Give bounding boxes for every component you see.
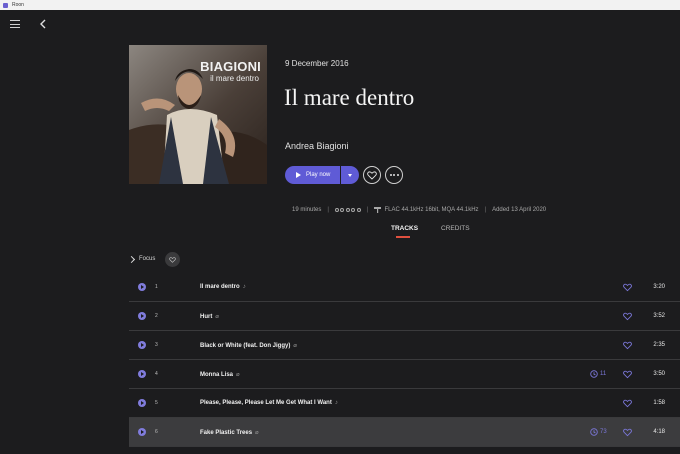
track-favorite-icon[interactable] bbox=[623, 312, 632, 321]
track-play-icon[interactable] bbox=[138, 399, 146, 407]
track-duration: 1:58 bbox=[653, 400, 665, 406]
cover-album-text: il mare dentro bbox=[210, 74, 259, 83]
heart-outline-icon bbox=[367, 170, 377, 180]
chevron-right-icon bbox=[127, 255, 136, 263]
more-horizontal-icon bbox=[389, 174, 399, 176]
album-duration: 19 minutes bbox=[292, 207, 322, 213]
cover-artist-text: BIAGIONI bbox=[200, 59, 261, 74]
track-title-container[interactable]: Fake Plastic Trees ⌀ bbox=[200, 429, 259, 436]
tab-credits[interactable]: CREDITS bbox=[441, 225, 470, 232]
track-play-icon[interactable] bbox=[138, 370, 146, 378]
track-play-icon[interactable] bbox=[138, 283, 146, 291]
play-count: 73 bbox=[590, 428, 607, 436]
track-row-selected[interactable]: 6 Fake Plastic Trees ⌀ 73 4:18 bbox=[129, 418, 680, 447]
track-play-icon[interactable] bbox=[138, 341, 146, 349]
album-metadata: 19 minutes | | FLAC 44.1kHz 16bit, MQA 4… bbox=[292, 207, 547, 213]
track-title: Black or White (feat. Don Jiggy) bbox=[200, 343, 291, 349]
track-favorite-icon[interactable] bbox=[623, 370, 632, 379]
music-note-icon: ♪ bbox=[242, 284, 246, 290]
play-now-label: Play now bbox=[306, 172, 331, 178]
top-navigation bbox=[0, 10, 680, 40]
track-title-container[interactable]: Il mare dentro ♪ bbox=[200, 284, 246, 290]
album-cover[interactable]: BIAGIONI il mare dentro bbox=[129, 45, 267, 184]
track-duration: 3:20 bbox=[653, 284, 665, 290]
track-number: 6 bbox=[155, 429, 158, 435]
track-favorite-icon[interactable] bbox=[623, 399, 632, 408]
play-icon bbox=[296, 172, 301, 178]
caret-down-icon bbox=[348, 173, 352, 177]
focus-toggle[interactable]: Focus bbox=[127, 252, 156, 266]
play-count-value: 73 bbox=[600, 429, 607, 435]
tab-tracks[interactable]: TRACKS bbox=[391, 225, 418, 232]
title-bar: Roon bbox=[0, 0, 680, 10]
artist-name-link[interactable]: Andrea Biagioni bbox=[285, 141, 349, 151]
track-number: 4 bbox=[155, 371, 158, 377]
composition-icon: ⌀ bbox=[255, 430, 259, 436]
added-date: Added 13 April 2020 bbox=[492, 207, 547, 213]
more-options-button[interactable] bbox=[385, 166, 403, 184]
track-play-icon[interactable] bbox=[138, 312, 146, 320]
chevron-left-icon bbox=[40, 19, 46, 29]
track-list: 1 Il mare dentro ♪ 3:20 2 Hurt ⌀ 3:52 3 Bl… bbox=[129, 273, 680, 447]
track-row[interactable]: 4 Monna Lisa ⌀ 11 3:50 bbox=[129, 360, 680, 389]
app-icon bbox=[3, 2, 8, 8]
track-title-container[interactable]: Monna Lisa ⌀ bbox=[200, 371, 240, 378]
track-row[interactable]: 5 Please, Please, Please Let Me Get What… bbox=[129, 389, 680, 418]
composition-icon: ⌀ bbox=[293, 343, 297, 349]
track-title: Fake Plastic Trees bbox=[200, 430, 253, 436]
play-count-value: 11 bbox=[600, 371, 607, 377]
favorite-button[interactable] bbox=[363, 166, 381, 184]
release-date: 9 December 2016 bbox=[285, 59, 349, 68]
focus-label: Focus bbox=[139, 256, 156, 262]
track-number: 1 bbox=[155, 284, 158, 290]
track-favorite-icon[interactable] bbox=[623, 428, 632, 437]
play-options-dropdown[interactable] bbox=[341, 166, 359, 184]
play-count: 11 bbox=[590, 370, 606, 378]
active-tab-indicator bbox=[396, 236, 410, 238]
track-title: Monna Lisa bbox=[200, 372, 234, 378]
hamburger-menu-icon[interactable] bbox=[10, 20, 20, 28]
track-play-icon[interactable] bbox=[138, 428, 146, 436]
track-title: Hurt bbox=[200, 314, 213, 320]
track-title: Il mare dentro bbox=[200, 284, 240, 290]
track-title-container[interactable]: Black or White (feat. Don Jiggy) ⌀ bbox=[200, 342, 297, 349]
composition-icon: ⌀ bbox=[215, 314, 219, 320]
track-duration: 3:52 bbox=[653, 313, 665, 319]
play-count-icon bbox=[590, 428, 598, 436]
heart-filter-icon bbox=[169, 256, 176, 263]
track-favorite-icon[interactable] bbox=[623, 283, 632, 292]
track-row[interactable]: 2 Hurt ⌀ 3:52 bbox=[129, 302, 680, 331]
back-button[interactable] bbox=[38, 17, 50, 31]
track-title-container[interactable]: Please, Please, Please Let Me Get What I… bbox=[200, 400, 338, 406]
track-title-container[interactable]: Hurt ⌀ bbox=[200, 313, 219, 320]
track-number: 3 bbox=[155, 342, 158, 348]
track-row[interactable]: 1 Il mare dentro ♪ 3:20 bbox=[129, 273, 680, 302]
focus-heart-button[interactable] bbox=[165, 252, 180, 267]
track-favorite-icon[interactable] bbox=[623, 341, 632, 350]
track-title: Please, Please, Please Let Me Get What I… bbox=[200, 400, 332, 406]
signal-path-icon bbox=[374, 207, 382, 213]
track-duration: 3:50 bbox=[653, 371, 665, 377]
album-title: Il mare dentro bbox=[284, 85, 415, 110]
rating-stars[interactable] bbox=[334, 208, 361, 212]
track-number: 5 bbox=[155, 400, 158, 406]
track-duration: 2:35 bbox=[653, 342, 665, 348]
composition-icon: ⌀ bbox=[236, 372, 240, 378]
music-note-icon: ♪ bbox=[334, 400, 338, 406]
track-row[interactable]: 3 Black or White (feat. Don Jiggy) ⌀ 2:35 bbox=[129, 331, 680, 360]
play-count-icon bbox=[590, 370, 598, 378]
play-now-button[interactable]: Play now bbox=[285, 166, 340, 184]
track-duration: 4:18 bbox=[653, 429, 665, 435]
window-title: Roon bbox=[12, 2, 24, 8]
track-number: 2 bbox=[155, 313, 158, 319]
audio-format: FLAC 44.1kHz 16bit, MQA 44.1kHz bbox=[384, 207, 479, 213]
